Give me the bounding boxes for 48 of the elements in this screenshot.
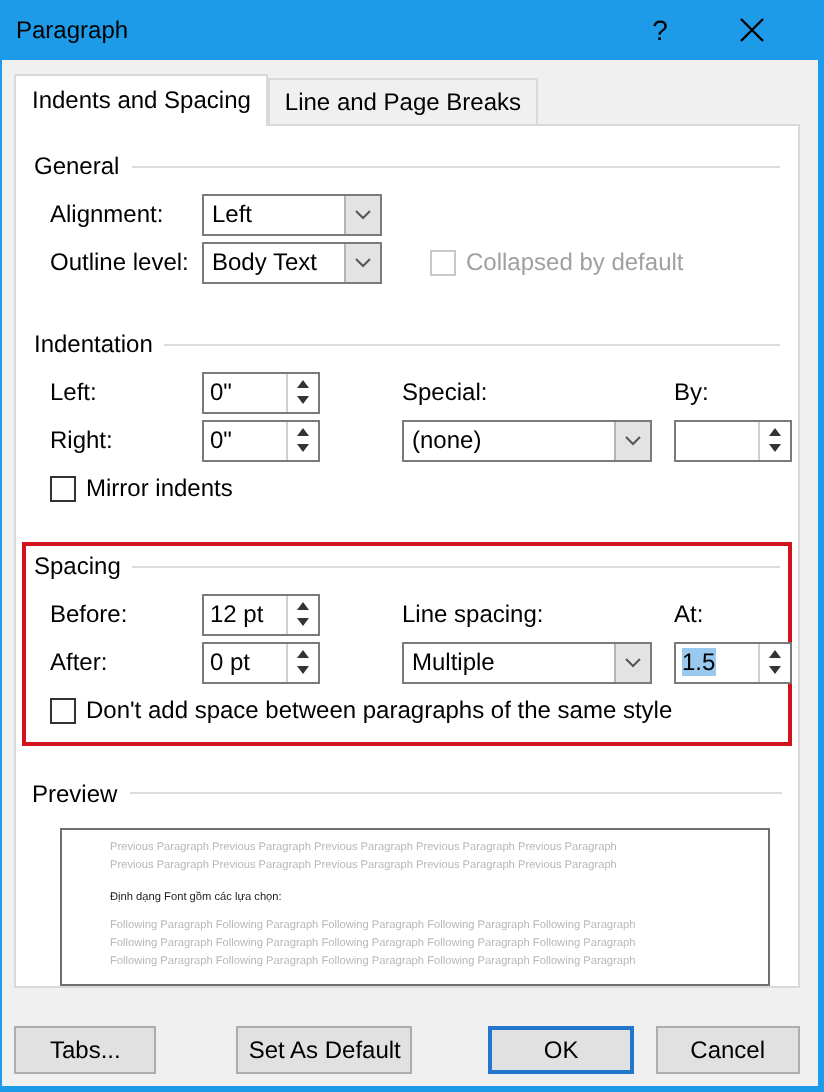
dropdown[interactable]: Left (202, 193, 382, 235)
chevron-down-icon (624, 435, 642, 446)
field-label: Alignment: (50, 200, 166, 228)
checkbox[interactable] (50, 697, 76, 724)
section-heading: General (34, 152, 120, 180)
dialog-button[interactable]: Tabs... (14, 1026, 157, 1074)
dropdown[interactable]: (none) (402, 419, 652, 462)
spin-field[interactable]: 12 pt (202, 593, 320, 636)
section-heading: Indentation (34, 330, 153, 359)
field-label: Outline level: (50, 248, 191, 276)
help-button[interactable]: ? (614, 14, 706, 46)
dropdown[interactable]: Body Text (202, 241, 382, 283)
chevron-down-icon (624, 657, 642, 668)
chevron-down-icon (354, 209, 372, 219)
dialog-button[interactable]: OK (488, 1026, 634, 1074)
window-title: Paragraph (16, 16, 131, 44)
chevron-down-icon (354, 257, 372, 267)
spin-arrows-icon (296, 426, 310, 455)
field-label: By: (674, 378, 711, 407)
tab[interactable]: Line and Page Breaks (268, 78, 538, 126)
spin-arrows-icon (296, 378, 310, 407)
spin-field[interactable]: 0" (202, 371, 320, 414)
spin-arrows-icon (296, 648, 310, 677)
dialog-button[interactable]: Cancel (655, 1026, 800, 1074)
dropdown[interactable]: Multiple (402, 641, 652, 684)
field-label: Special: (402, 378, 490, 407)
field-label: Right: (50, 426, 115, 455)
spin-field[interactable]: 1.5 (674, 641, 792, 684)
field-label: After: (50, 648, 110, 677)
spin-field[interactable] (674, 419, 792, 462)
checkbox[interactable] (50, 475, 76, 502)
field-label: Left: (50, 378, 99, 407)
close-icon (740, 18, 764, 42)
field-label: At: (674, 600, 706, 629)
spin-field[interactable]: 0 pt (202, 641, 320, 684)
spin-field[interactable]: 0" (202, 419, 320, 462)
section-heading: Preview (32, 779, 118, 808)
checkbox-label: Collapsed by default (466, 248, 684, 276)
spin-arrows-icon (768, 426, 782, 455)
spin-arrows-icon (296, 600, 310, 629)
dialog-button[interactable]: Set As Default (236, 1026, 413, 1074)
checkbox-label: Mirror indents (86, 474, 233, 503)
field-label: Line spacing: (402, 600, 546, 629)
tab[interactable]: Indents and Spacing (14, 74, 269, 126)
spin-arrows-icon (768, 648, 782, 677)
checkbox-label: Don't add space between paragraphs of the same style (86, 696, 673, 725)
field-label: Before: (50, 600, 130, 629)
section-heading: Spacing (34, 552, 121, 581)
